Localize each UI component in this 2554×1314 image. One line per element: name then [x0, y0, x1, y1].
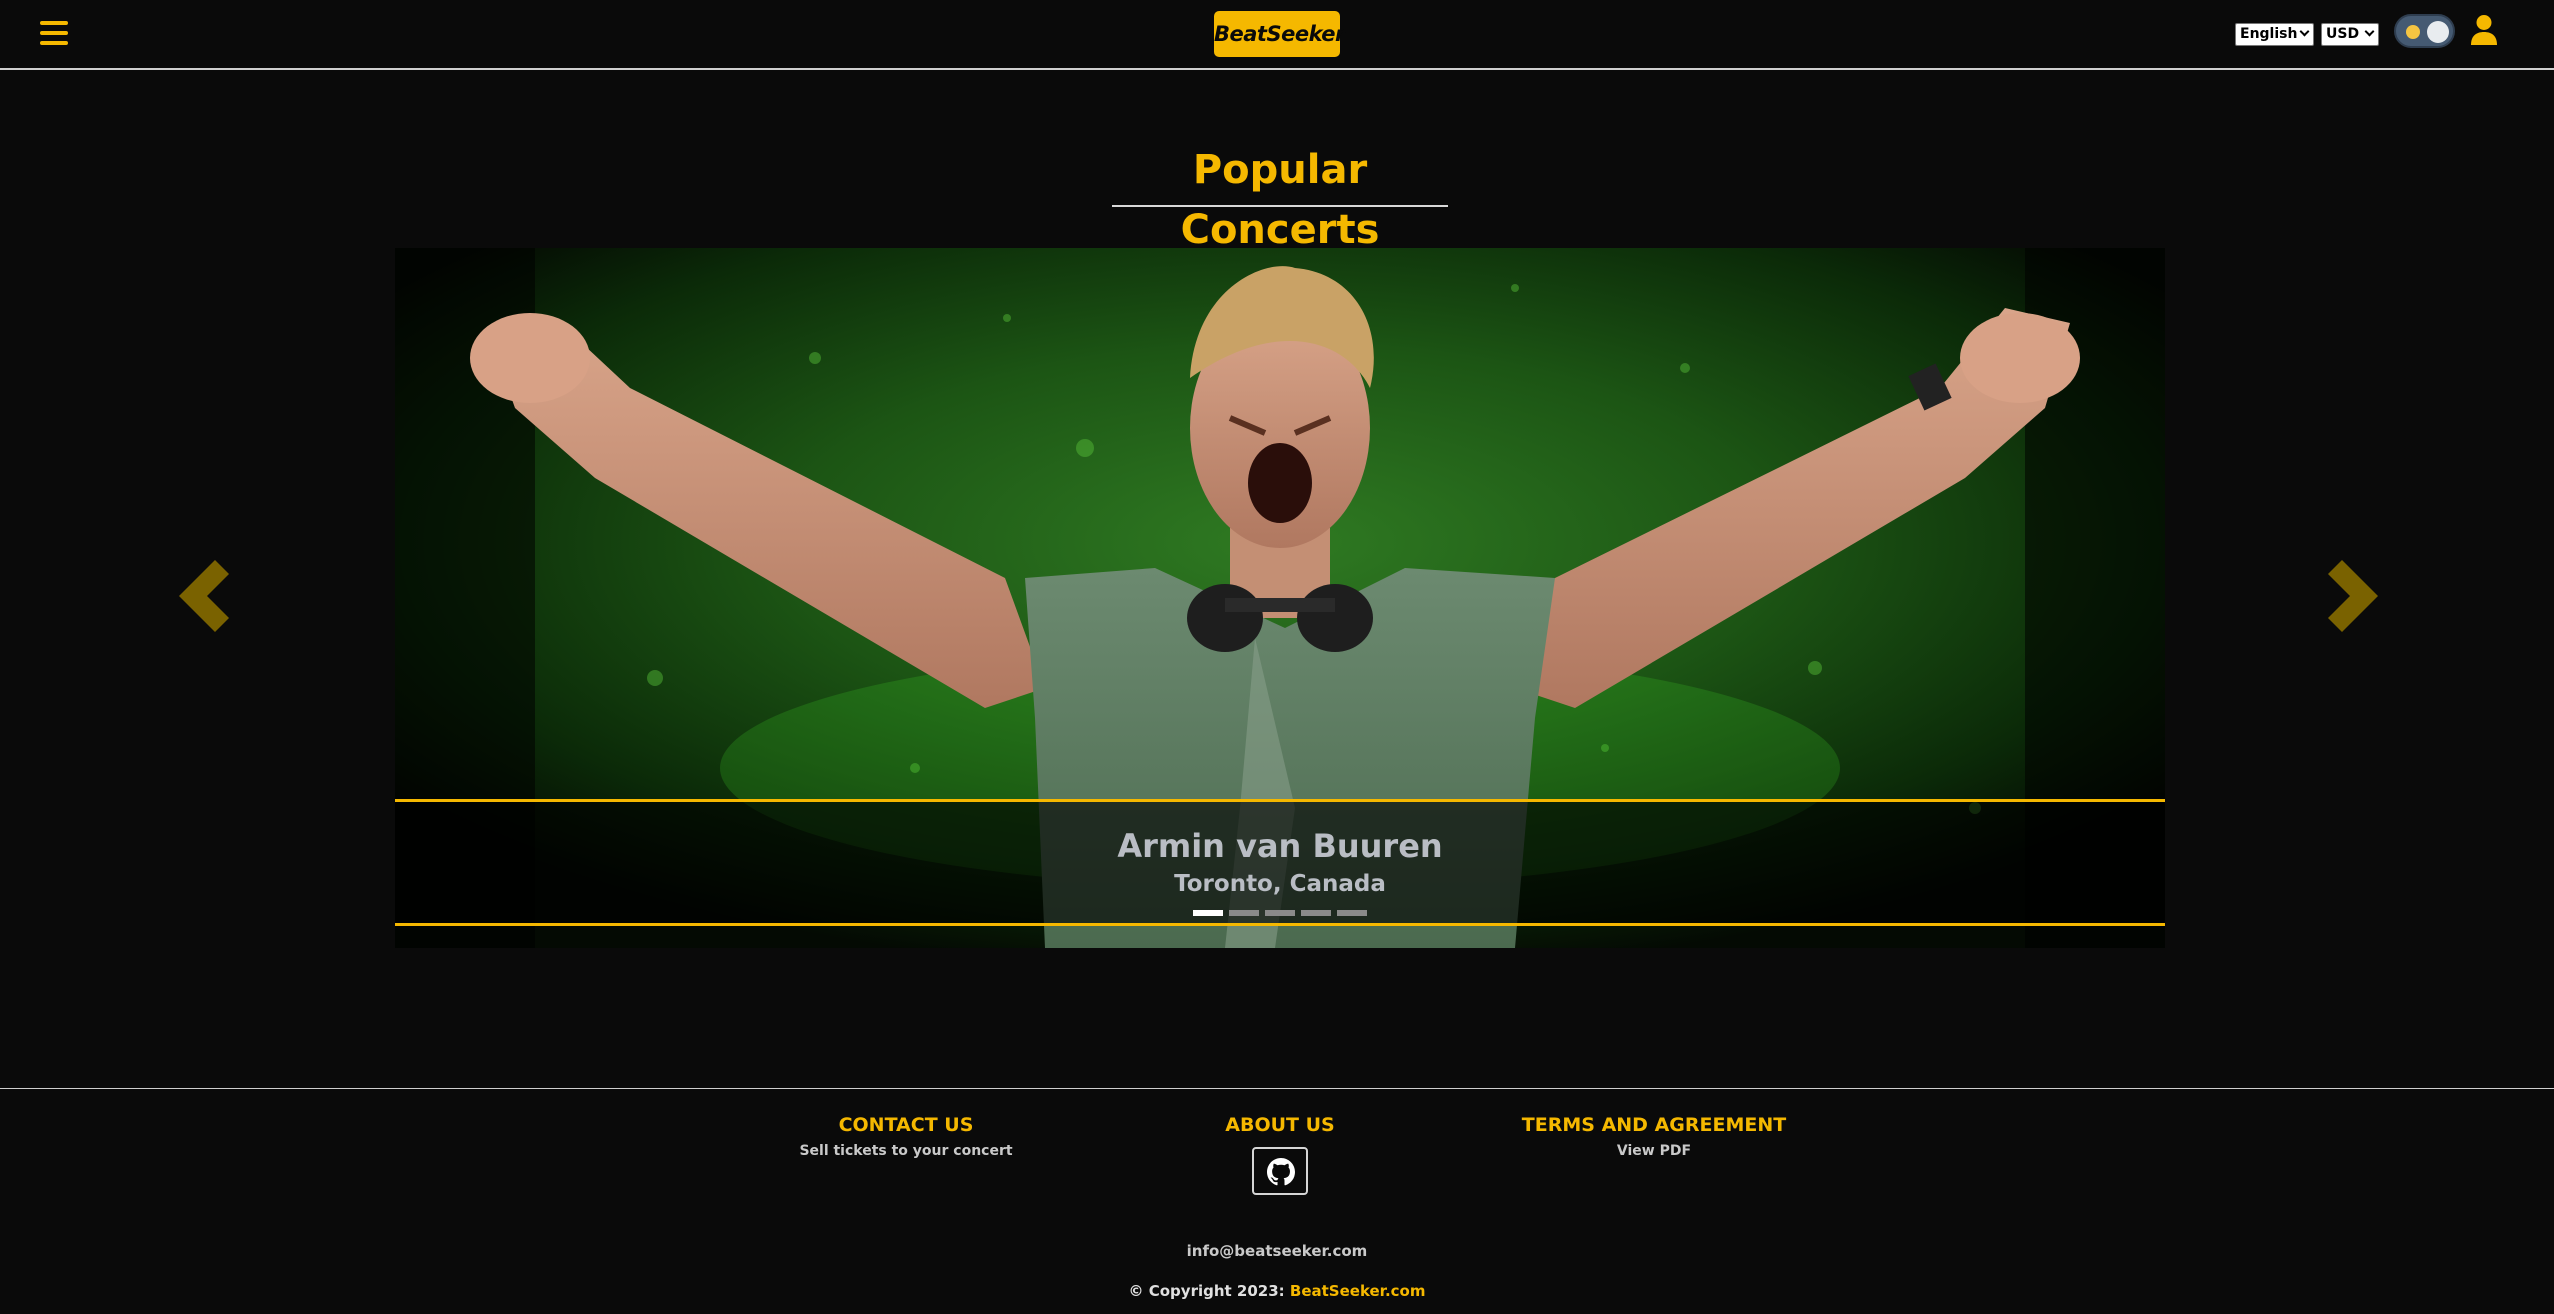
- footer-copyright: © Copyright 2023: BeatSeeker.com: [977, 1280, 1577, 1302]
- chevron-right-icon: [2328, 560, 2378, 632]
- carousel-prev-button[interactable]: [175, 556, 235, 636]
- footer-terms-column: TERMS AND AGREEMENT View PDF: [1504, 1110, 1804, 1162]
- slide-caption: Armin van Buuren Toronto, Canada: [395, 799, 2165, 926]
- slide-location: Toronto, Canada: [1174, 871, 1386, 897]
- language-select[interactable]: English: [2235, 23, 2314, 46]
- theme-toggle[interactable]: [2394, 14, 2455, 48]
- footer-divider: [0, 1088, 2554, 1089]
- carousel-next-button[interactable]: [2322, 556, 2382, 636]
- view-pdf-link[interactable]: View PDF: [1504, 1140, 1804, 1162]
- carousel-indicator-2[interactable]: [1229, 910, 1259, 916]
- site-logo[interactable]: BeatSeeker: [1214, 11, 1345, 57]
- footer-contact-column: CONTACT US Sell tickets to your concert: [756, 1110, 1056, 1162]
- about-heading: ABOUT US: [1225, 1114, 1335, 1136]
- sun-icon: [2406, 25, 2420, 39]
- copyright-text: © Copyright 2023:: [1128, 1282, 1290, 1300]
- slide-artist-name: Armin van Buuren: [1117, 827, 1443, 865]
- carousel-indicator-3[interactable]: [1265, 910, 1295, 916]
- footer-about-column: ABOUT US: [1130, 1110, 1430, 1140]
- hamburger-line-bottom: [40, 41, 68, 45]
- carousel-indicators: [1193, 910, 1367, 918]
- chevron-left-icon: [179, 560, 229, 632]
- title-underline: [1112, 205, 1448, 207]
- carousel-indicator-5[interactable]: [1337, 910, 1367, 916]
- github-icon: [1267, 1158, 1295, 1186]
- toggle-knob: [2427, 21, 2449, 43]
- terms-heading: TERMS AND AGREEMENT: [1521, 1114, 1787, 1136]
- chevron-down-icon: [2299, 26, 2310, 37]
- sell-tickets-link[interactable]: Sell tickets to your concert: [756, 1140, 1056, 1162]
- footer-email-link[interactable]: info@beatseeker.com: [1077, 1240, 1477, 1262]
- concert-carousel[interactable]: Armin van Buuren Toronto, Canada: [395, 248, 2165, 948]
- contact-heading: CONTACT US: [838, 1114, 974, 1136]
- language-select-value: English: [2240, 26, 2298, 42]
- user-icon[interactable]: [2470, 14, 2498, 46]
- hamburger-line-top: [40, 21, 68, 25]
- chevron-down-icon: [2364, 26, 2375, 37]
- carousel-indicator-4[interactable]: [1301, 910, 1331, 916]
- currency-select[interactable]: USD: [2321, 23, 2379, 46]
- currency-select-value: USD: [2326, 26, 2360, 42]
- hamburger-line-middle: [40, 31, 68, 35]
- hamburger-menu-icon[interactable]: [40, 20, 68, 46]
- page-title: Popular Concerts: [1180, 147, 1380, 253]
- github-button[interactable]: [1252, 1147, 1308, 1195]
- copyright-brand-link[interactable]: BeatSeeker.com: [1290, 1282, 1426, 1300]
- carousel-indicator-1[interactable]: [1193, 910, 1223, 916]
- site-header: BeatSeeker English USD: [0, 0, 2554, 70]
